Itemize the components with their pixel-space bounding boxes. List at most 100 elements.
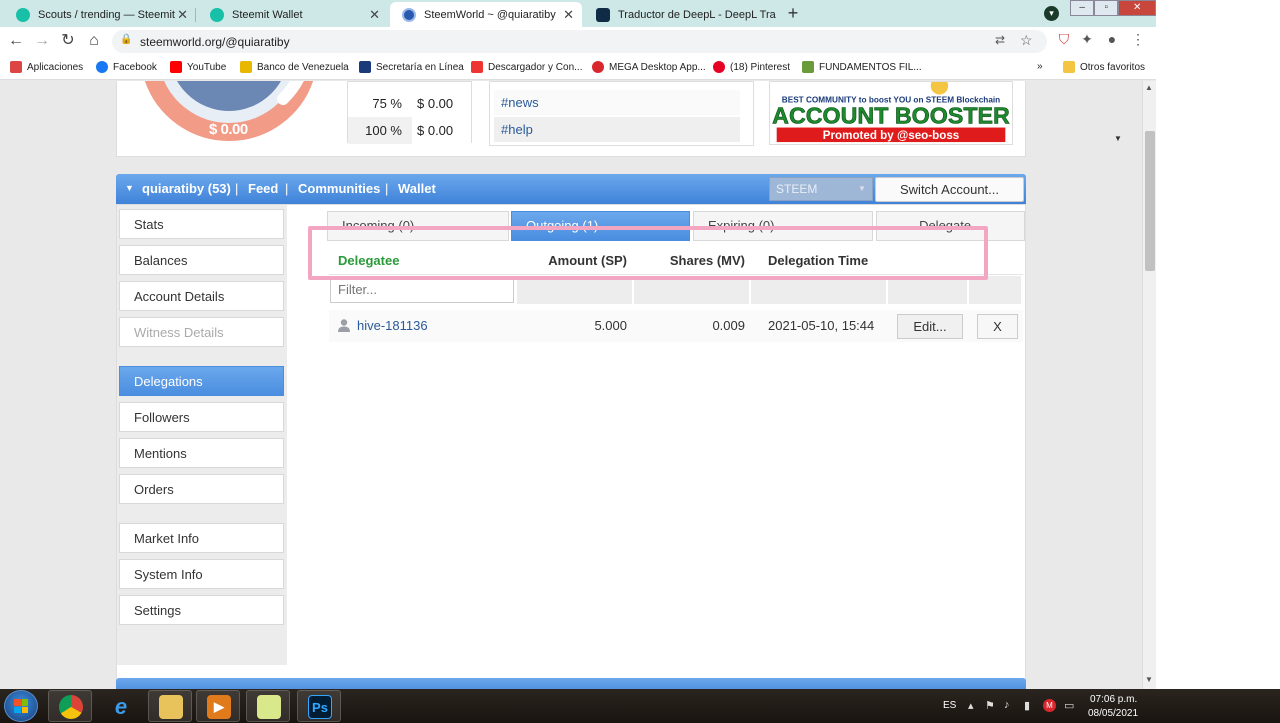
facebook-icon — [96, 61, 108, 73]
new-tab-button[interactable]: + — [783, 4, 803, 24]
minimize-button[interactable]: – — [1070, 0, 1095, 16]
close-tab-icon[interactable]: ✕ — [177, 7, 188, 23]
bookmark-banco-venezuela[interactable]: Banco de Venezuela — [240, 61, 349, 73]
mega-icon — [592, 61, 604, 73]
clock-time[interactable]: 07:06 p.m. — [1090, 694, 1137, 705]
sidebar-item-delegations[interactable]: Delegations — [119, 366, 284, 396]
steemit-favicon-icon — [16, 7, 30, 22]
sidebar-item-account-details[interactable]: Account Details — [119, 281, 284, 311]
tab-title: Traductor de DeepL - DeepL Tra — [618, 8, 776, 21]
close-window-button[interactable]: ✕ — [1118, 0, 1156, 16]
translate-icon[interactable]: ⇄ — [995, 33, 1005, 47]
browser-tab-steemit-trending[interactable]: Scouts / trending — Steemit ✕ — [4, 2, 196, 27]
profile-avatar-icon[interactable]: ● — [1102, 31, 1122, 51]
lock-icon[interactable]: 🔒 — [120, 34, 132, 45]
sidebar-item-stats[interactable]: Stats — [119, 209, 284, 239]
bookmark-other-folder[interactable]: Otros favoritos — [1063, 61, 1145, 73]
address-bar[interactable]: 🔒 steemworld.org/@quiaratiby ⇄ ☆ — [112, 30, 1047, 53]
play-icon: ▶ — [207, 695, 231, 719]
bookmark-apps[interactable]: Aplicaciones — [10, 61, 83, 73]
taskbar-photoshop[interactable]: Ps — [297, 690, 341, 722]
account-booster-banner[interactable]: BEST COMMUNITY to boost YOU on STEEM Blo… — [769, 81, 1013, 145]
extensions-puzzle-icon[interactable]: ✦ — [1077, 31, 1097, 51]
chrome-icon — [59, 695, 83, 719]
remove-delegation-button[interactable]: X — [977, 314, 1018, 339]
tab-title: SteemWorld ~ @quiaratiby — [424, 8, 556, 21]
browser-tab-steemit-wallet[interactable]: Steemit Wallet ✕ — [198, 2, 388, 27]
bookmark-facebook[interactable]: Facebook — [96, 61, 157, 73]
taskbar-chrome[interactable] — [48, 690, 92, 722]
browser-toolbar: ← → ↻ ⌂ 🔒 steemworld.org/@quiaratiby ⇄ ☆… — [0, 27, 1156, 56]
volume-icon[interactable]: ♪ — [1004, 699, 1010, 711]
mega-tray-icon[interactable]: M — [1043, 699, 1056, 712]
browser-tab-deepl[interactable]: Traductor de DeepL - DeepL Tra — [584, 2, 780, 27]
home-icon[interactable]: ⌂ — [84, 31, 104, 51]
url-text[interactable]: steemworld.org/@quiaratiby — [140, 35, 290, 49]
sidebar-item-orders[interactable]: Orders — [119, 474, 284, 504]
bookmark-mega[interactable]: MEGA Desktop App... — [592, 61, 706, 73]
scroll-up-arrow-icon[interactable]: ▲ — [1145, 83, 1153, 92]
bookmark-star-icon[interactable]: ☆ — [1020, 32, 1033, 49]
reload-icon[interactable]: ↻ — [58, 31, 78, 51]
tray-expand-icon[interactable]: ▴ — [968, 699, 974, 712]
bookmark-secretaria[interactable]: Secretaría en Línea — [359, 61, 464, 73]
image-thumbnail-icon — [802, 61, 814, 73]
menu-kebab-icon[interactable]: ⋮ — [1128, 31, 1148, 51]
nav-separator: | — [385, 181, 389, 196]
nav-separator: | — [285, 181, 289, 196]
delegatee-link[interactable]: hive-181136 — [357, 310, 517, 342]
taskbar-notes[interactable] — [246, 690, 290, 722]
clock-date[interactable]: 08/05/2021 — [1088, 708, 1138, 719]
nav-separator: | — [235, 181, 239, 196]
sidebar-item-system-info[interactable]: System Info — [119, 559, 284, 589]
sidebar-item-mentions[interactable]: Mentions — [119, 438, 284, 468]
bookmark-descargador[interactable]: Descargador y Con... — [471, 61, 583, 73]
vote-value: $ 0.00 — [417, 96, 454, 111]
language-indicator[interactable]: ES — [943, 700, 956, 711]
battery-icon[interactable]: ▭ — [1064, 699, 1074, 712]
coin-select[interactable]: STEEM ▼ — [769, 177, 873, 201]
tag-link[interactable]: #help — [494, 117, 740, 142]
communities-link[interactable]: Communities — [298, 181, 380, 196]
sidebar-item-followers[interactable]: Followers — [119, 402, 284, 432]
forward-arrow-icon[interactable]: → — [32, 31, 52, 51]
bookmark-youtube[interactable]: YouTube — [170, 61, 226, 73]
account-menu-caret-icon[interactable]: ▼ — [125, 183, 134, 193]
close-tab-icon[interactable]: ✕ — [563, 7, 574, 23]
sidebar-item-market-info[interactable]: Market Info — [119, 523, 284, 553]
back-arrow-icon[interactable]: ← — [6, 31, 26, 51]
internet-explorer-icon: e — [114, 694, 128, 719]
feed-link[interactable]: Feed — [248, 181, 278, 196]
taskbar-file-explorer[interactable] — [148, 690, 192, 722]
sidebar-item-balances[interactable]: Balances — [119, 245, 284, 275]
close-tab-icon[interactable]: ✕ — [369, 7, 380, 23]
vote-percent: 100 % — [365, 123, 402, 138]
delegation-time: 2021-05-10, 15:44 — [768, 318, 875, 333]
bookmark-pinterest[interactable]: (18) Pinterest — [713, 61, 790, 73]
windows-taskbar: e ▶ Ps ES ▴ ⚑ ♪ ▮ M ▭ 07:06 p.m. 08/05/2… — [0, 689, 1280, 723]
window-controls: – ▫ ✕ — [1070, 0, 1156, 16]
edit-delegation-button[interactable]: Edit... — [897, 314, 963, 339]
scroll-down-arrow-icon[interactable]: ▼ — [1114, 134, 1122, 143]
scroll-down-arrow-icon[interactable]: ▼ — [1145, 675, 1153, 684]
download-icon — [471, 61, 483, 73]
account-name-link[interactable]: quiaratiby (53) — [142, 181, 231, 196]
taskbar-media-player[interactable]: ▶ — [196, 690, 240, 722]
chrome-profile-icon[interactable]: ▾ — [1044, 6, 1059, 21]
switch-account-button[interactable]: Switch Account... — [875, 177, 1024, 202]
wallet-link[interactable]: Wallet — [398, 181, 436, 196]
scrollbar-thumb[interactable] — [1145, 131, 1155, 271]
bookmarks-more-button[interactable]: » — [1037, 61, 1043, 72]
start-button[interactable] — [4, 690, 38, 722]
tag-link[interactable]: #news — [494, 90, 740, 115]
taskbar-internet-explorer[interactable]: e — [98, 690, 142, 722]
delegatee-filter-input[interactable] — [330, 276, 514, 303]
network-signal-icon[interactable]: ▮ — [1024, 699, 1030, 712]
sidebar-item-settings[interactable]: Settings — [119, 595, 284, 625]
shield-extension-icon[interactable]: ⛉ — [1054, 31, 1074, 51]
browser-tab-steemworld[interactable]: SteemWorld ~ @quiaratiby ✕ — [390, 2, 582, 27]
page-scrollbar[interactable]: ▲ ▼ — [1142, 81, 1156, 689]
maximize-button[interactable]: ▫ — [1094, 0, 1119, 16]
bookmark-fundamentos[interactable]: FUNDAMENTOS FIL... — [802, 61, 922, 73]
flag-icon[interactable]: ⚑ — [985, 699, 995, 712]
